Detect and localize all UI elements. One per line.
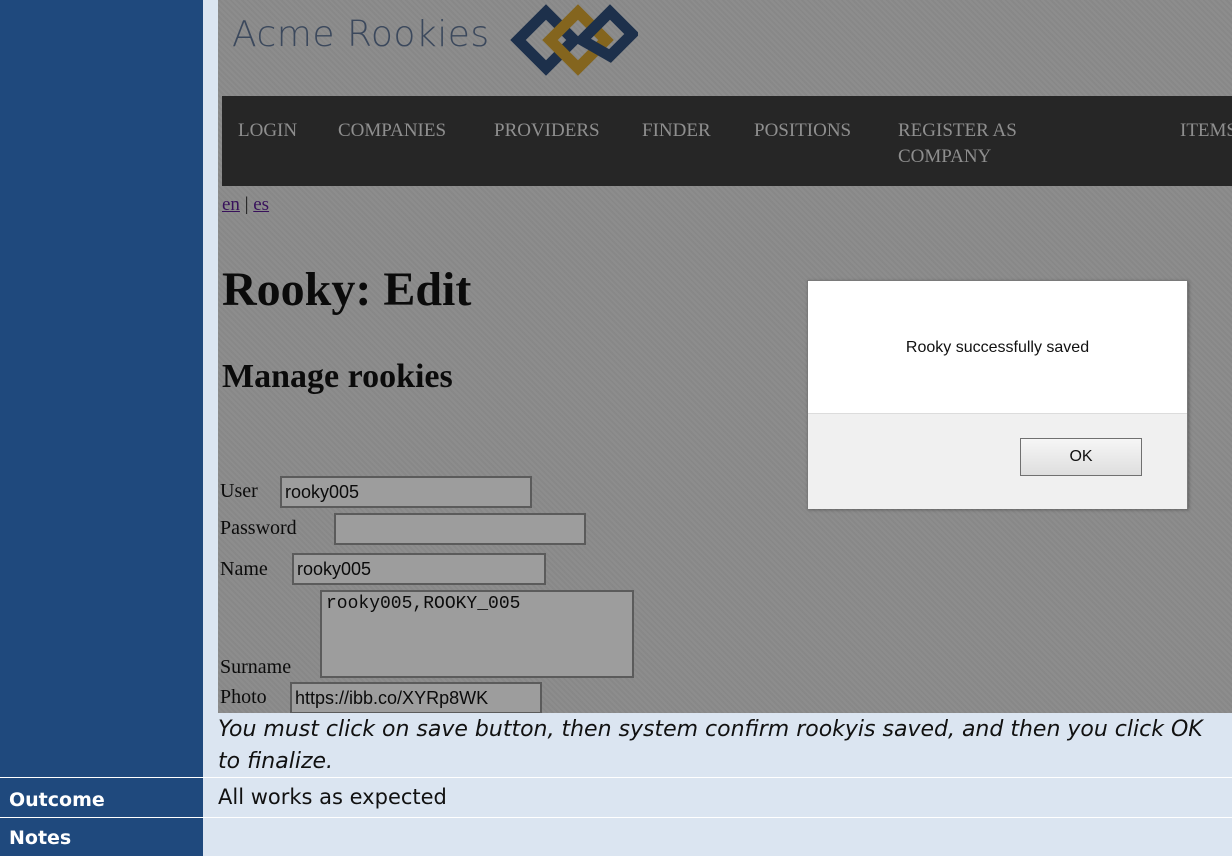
table-label-column	[0, 0, 203, 856]
row-divider	[0, 777, 1232, 778]
dialog-footer: OK	[808, 413, 1187, 509]
caption-text: You must click on save button, then syst…	[218, 717, 1203, 774]
dialog-message: Rooky successfully saved	[905, 339, 1090, 356]
row-divider	[0, 817, 1232, 818]
ok-button[interactable]: OK	[1020, 438, 1142, 476]
outcome-label: Outcome	[9, 789, 105, 811]
embedded-screenshot: Acme Rookies LOGIN COMPANIES PROVIDERS F…	[218, 0, 1232, 713]
notes-label: Notes	[9, 827, 72, 849]
alert-dialog: Rooky successfully saved OK	[807, 280, 1188, 509]
outcome-value: All works as expected	[218, 785, 447, 809]
